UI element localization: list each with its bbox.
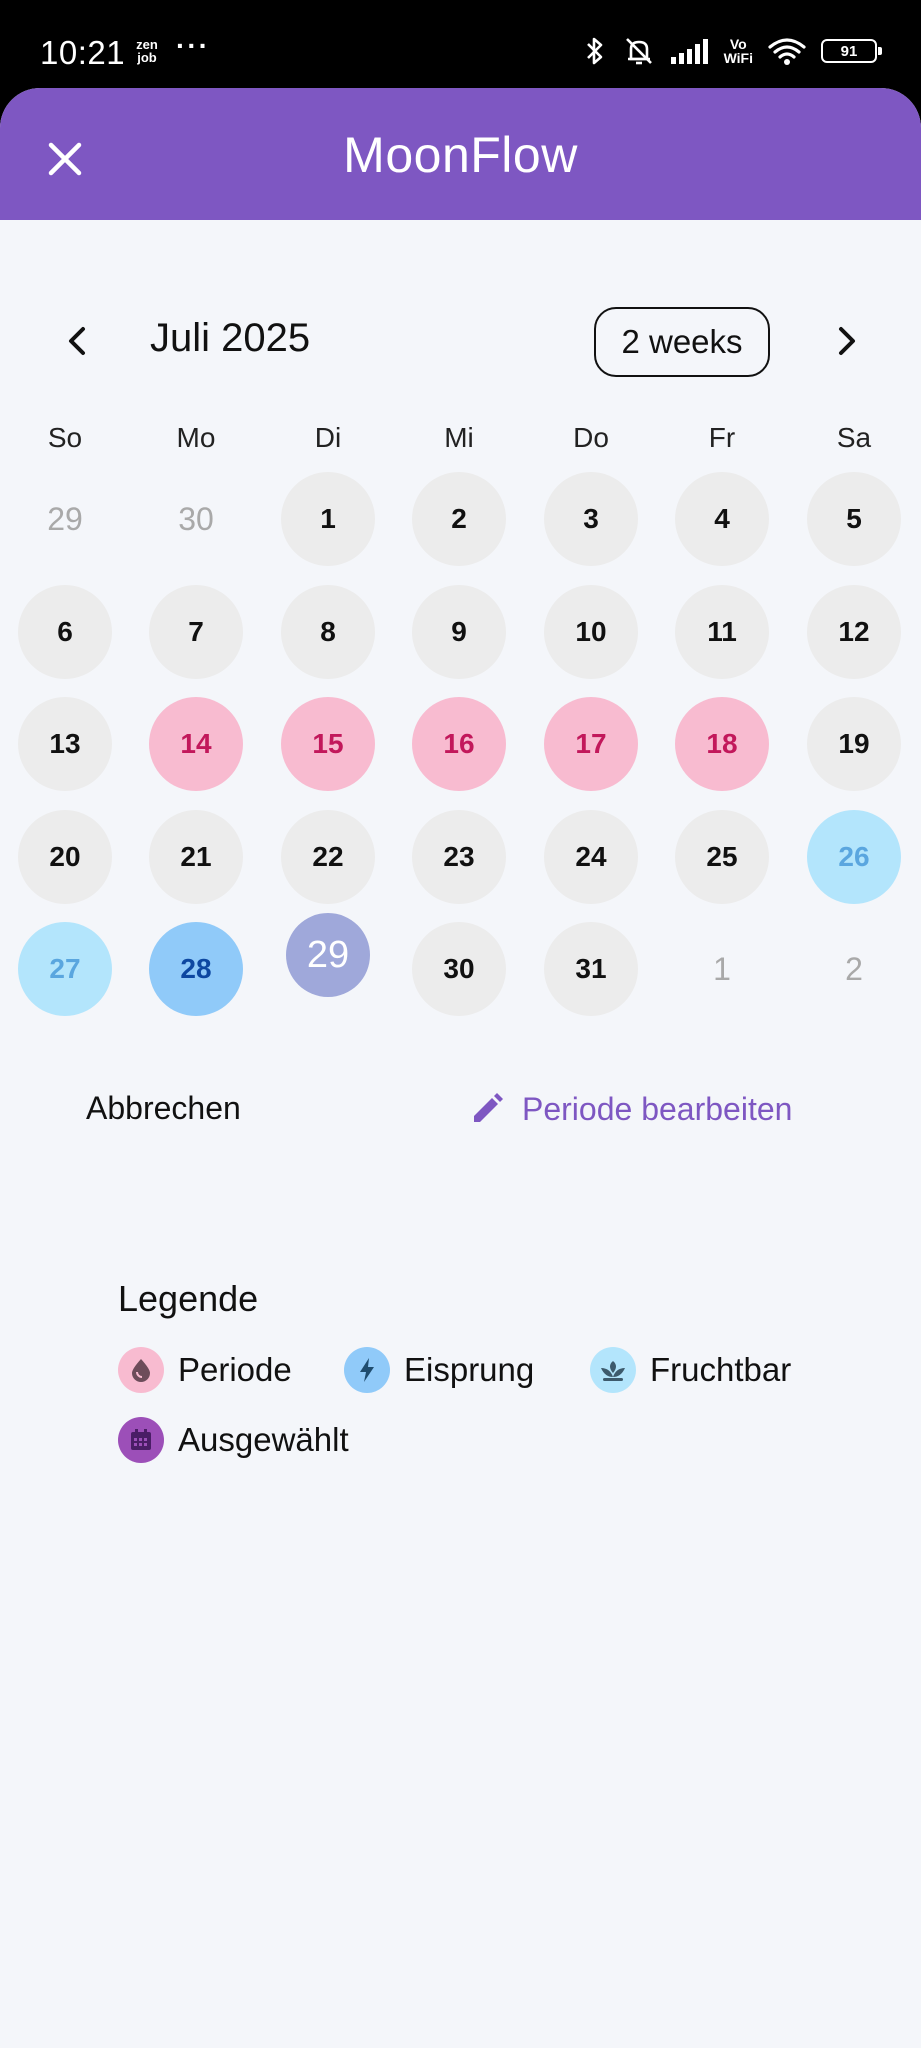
day-cell-normal[interactable]: 30: [412, 922, 506, 1016]
day-cell-normal[interactable]: 13: [18, 697, 112, 791]
day-cell-normal[interactable]: 12: [807, 585, 901, 679]
next-month-button[interactable]: [822, 316, 872, 366]
edit-period-label: Periode bearbeiten: [522, 1090, 793, 1127]
day-cell-normal[interactable]: 1: [281, 472, 375, 566]
app-bar: MoonFlow: [0, 88, 921, 220]
edit-period-button[interactable]: Periode bearbeiten: [470, 1084, 792, 1134]
weekday-header: So Mo Di Mi Do Fr Sa: [0, 422, 921, 462]
status-icons: Vo WiFi 91: [582, 34, 882, 68]
day-cell-fertile[interactable]: 26: [807, 810, 901, 904]
day-cell-normal[interactable]: 3: [544, 472, 638, 566]
day-cell-normal[interactable]: 19: [807, 697, 901, 791]
day-cell-selected[interactable]: 29: [286, 913, 370, 997]
day-cell-normal[interactable]: 25: [675, 810, 769, 904]
bolt-icon: [344, 1347, 390, 1393]
legend-item-selected: Ausgewählt: [118, 1416, 349, 1464]
vowifi-icon: Vo WiFi: [723, 36, 753, 66]
calendar-icon: [118, 1417, 164, 1463]
day-cell-outside[interactable]: 30: [149, 472, 243, 566]
silent-icon: [625, 38, 652, 65]
day-cell-normal[interactable]: 23: [412, 810, 506, 904]
chevron-right-icon: [839, 327, 855, 355]
day-cell-fertile[interactable]: 27: [18, 922, 112, 1016]
day-cell-period[interactable]: 17: [544, 697, 638, 791]
weekday-label: Fr: [708, 422, 736, 453]
legend-label-fertile: Fruchtbar: [650, 1351, 792, 1388]
day-cell-period[interactable]: 16: [412, 697, 506, 791]
zenjob-notification-icon: zen job: [136, 37, 158, 65]
day-cell-period[interactable]: 15: [281, 697, 375, 791]
weekday-label: Di: [314, 422, 342, 453]
day-cell-normal[interactable]: 24: [544, 810, 638, 904]
day-cell-period[interactable]: 14: [149, 697, 243, 791]
legend-title: Legende: [118, 1278, 259, 1319]
day-cell-outside[interactable]: 2: [807, 922, 901, 1016]
legend-item-period: Periode: [118, 1346, 292, 1394]
status-time: 10:21: [40, 34, 126, 71]
day-cell-normal[interactable]: 11: [675, 585, 769, 679]
weekday-label: Mo: [176, 422, 216, 453]
day-cell-normal[interactable]: 10: [544, 585, 638, 679]
day-cell-normal[interactable]: 21: [149, 810, 243, 904]
weekday-label: So: [47, 422, 83, 453]
month-label: Juli 2025: [150, 316, 311, 360]
legend-label-selected: Ausgewählt: [178, 1421, 349, 1458]
app-title: MoonFlow: [343, 127, 578, 183]
day-cell-normal[interactable]: 8: [281, 585, 375, 679]
drop-icon: [118, 1347, 164, 1393]
wifi-icon: [768, 38, 806, 65]
legend-label-period: Periode: [178, 1351, 292, 1388]
day-cell-outside[interactable]: 29: [18, 472, 112, 566]
signal-icon: [670, 39, 708, 64]
day-cell-ovulation[interactable]: 28: [149, 922, 243, 1016]
previous-month-button[interactable]: [52, 316, 102, 366]
day-cell-normal[interactable]: 7: [149, 585, 243, 679]
legend-item-ovulation: Eisprung: [344, 1346, 534, 1394]
weekday-label: Do: [573, 422, 609, 453]
status-bar: 10:21 zen job ··· Vo WiFi 91: [0, 0, 921, 96]
legend-label-ovulation: Eisprung: [404, 1351, 535, 1388]
day-cell-outside[interactable]: 1: [675, 922, 769, 1016]
day-cell-normal[interactable]: 5: [807, 472, 901, 566]
cancel-button[interactable]: Abbrechen: [86, 1090, 241, 1127]
more-notifications-icon: ···: [176, 30, 210, 61]
weekday-label: Sa: [836, 422, 872, 453]
app-screen: MoonFlow Juli 2025 2 weeks So Mo Di Mi Do Fr S…: [0, 88, 921, 2048]
day-cell-normal[interactable]: 22: [281, 810, 375, 904]
day-cell-normal[interactable]: 6: [18, 585, 112, 679]
sprout-icon: [590, 1347, 636, 1393]
day-cell-normal[interactable]: 2: [412, 472, 506, 566]
day-cell-normal[interactable]: 9: [412, 585, 506, 679]
view-toggle-button[interactable]: 2 weeks: [594, 307, 770, 377]
day-cell-normal[interactable]: 31: [544, 922, 638, 1016]
bluetooth-icon: [586, 37, 602, 65]
battery-icon: 91: [821, 39, 882, 63]
pencil-icon: [474, 1093, 503, 1122]
day-cell-normal[interactable]: 20: [18, 810, 112, 904]
weekday-label: Mi: [444, 422, 474, 453]
day-cell-normal[interactable]: 4: [675, 472, 769, 566]
chevron-left-icon: [69, 327, 85, 355]
legend-item-fertile: Fruchtbar: [590, 1346, 791, 1394]
day-cell-period[interactable]: 18: [675, 697, 769, 791]
